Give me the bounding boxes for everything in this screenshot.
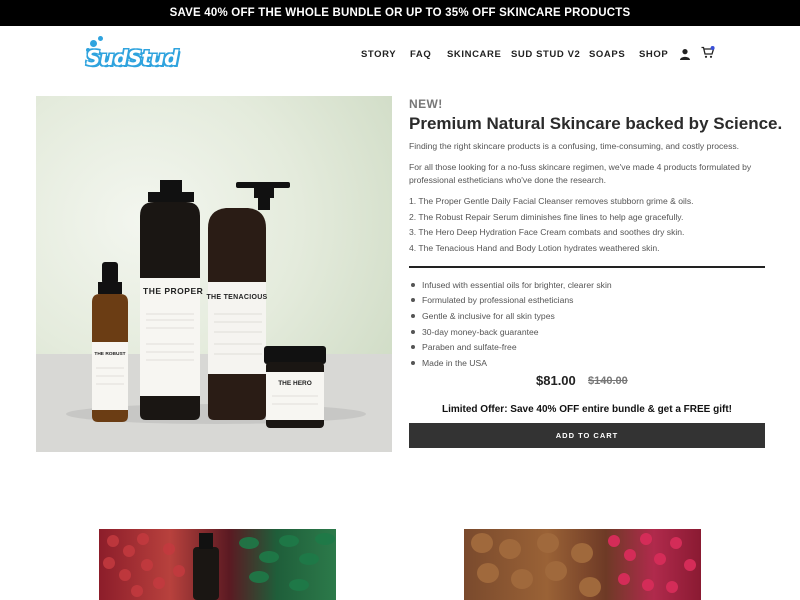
bullet-icon	[411, 329, 415, 334]
sale-price: $81.00	[536, 373, 576, 388]
nav-item-shop[interactable]: SHOP	[639, 49, 668, 60]
section-divider	[409, 266, 765, 268]
list-item: Paraben and sulfate-free	[411, 339, 612, 355]
list-item: Made in the USA	[411, 355, 612, 371]
bullet-icon	[411, 345, 415, 350]
feature-text: Made in the USA	[422, 357, 487, 368]
feature-text: Gentle & inclusive for all skin types	[422, 310, 555, 321]
label-hero: THE HERO	[278, 380, 312, 387]
feature-text: Infused with essential oils for brighter…	[422, 279, 612, 290]
nav-item-story[interactable]: STORY	[361, 49, 396, 60]
feature-text: Paraben and sulfate-free	[422, 342, 517, 353]
brand-logo[interactable]: SudStud	[84, 36, 178, 74]
add-to-cart-button[interactable]: ADD TO CART	[409, 423, 765, 448]
limited-offer-text: Limited Offer: Save 40% OFF entire bundl…	[441, 404, 733, 415]
product-steps-list: 1. The Proper Gentle Daily Facial Cleans…	[409, 196, 765, 258]
features-list: Infused with essential oils for brighter…	[411, 277, 612, 371]
list-item: 30-day money-back guarantee	[411, 324, 612, 340]
logo-bubble	[98, 36, 103, 41]
product-image: THE PROPER THE TENACIOUS THE ROBUST THE …	[36, 96, 392, 452]
announcement-text: SAVE 40% OFF THE WHOLE BUNDLE OR UP TO 3…	[169, 7, 631, 19]
list-item: 1. The Proper Gentle Daily Facial Cleans…	[409, 196, 694, 206]
bullet-icon	[411, 360, 415, 365]
new-badge: NEW!	[409, 97, 443, 111]
logo-text: SudStud	[86, 46, 178, 70]
cart-icon[interactable]	[701, 46, 715, 59]
bullet-icon	[411, 313, 415, 318]
nav-item-soaps[interactable]: SOAPS	[589, 49, 625, 60]
announcement-bar: SAVE 40% OFF THE WHOLE BUNDLE OR UP TO 3…	[0, 0, 800, 26]
featured-image-left[interactable]	[99, 529, 336, 600]
label-proper: THE PROPER	[143, 286, 204, 296]
product-title: Premium Natural Skincare backed by Scien…	[409, 114, 783, 133]
featured-image-right[interactable]	[464, 529, 701, 600]
product-description: For all those looking for a no-fuss skin…	[409, 162, 752, 185]
list-item: Infused with essential oils for brighter…	[411, 277, 612, 293]
nav-item-skincare[interactable]: SKINCARE	[447, 49, 501, 60]
bullet-icon	[411, 298, 415, 303]
list-item: 2. The Robust Repair Serum diminishes fi…	[409, 211, 684, 222]
user-icon[interactable]	[679, 47, 691, 60]
list-item: 4. The Tenacious Hand and Body Lotion hy…	[409, 242, 660, 253]
feature-text: Formulated by professional estheticians	[422, 295, 574, 306]
label-tenacious: THE TENACIOUS	[206, 294, 268, 301]
list-item: 3. The Hero Deep Hydration Face Cream co…	[409, 227, 685, 238]
bullet-icon	[411, 282, 415, 287]
nav-item-faq[interactable]: FAQ	[410, 49, 431, 60]
compare-price: $140.00	[588, 375, 628, 387]
label-robust: THE ROBUST	[94, 352, 126, 357]
nav-item-sud-stud-v2[interactable]: SUD STUD V2	[511, 49, 580, 60]
list-item: Formulated by professional estheticians	[411, 293, 612, 309]
feature-text: 30-day money-back guarantee	[422, 326, 539, 337]
product-intro: Finding the right skincare products is a…	[409, 141, 740, 151]
list-item: Gentle & inclusive for all skin types	[411, 308, 612, 324]
